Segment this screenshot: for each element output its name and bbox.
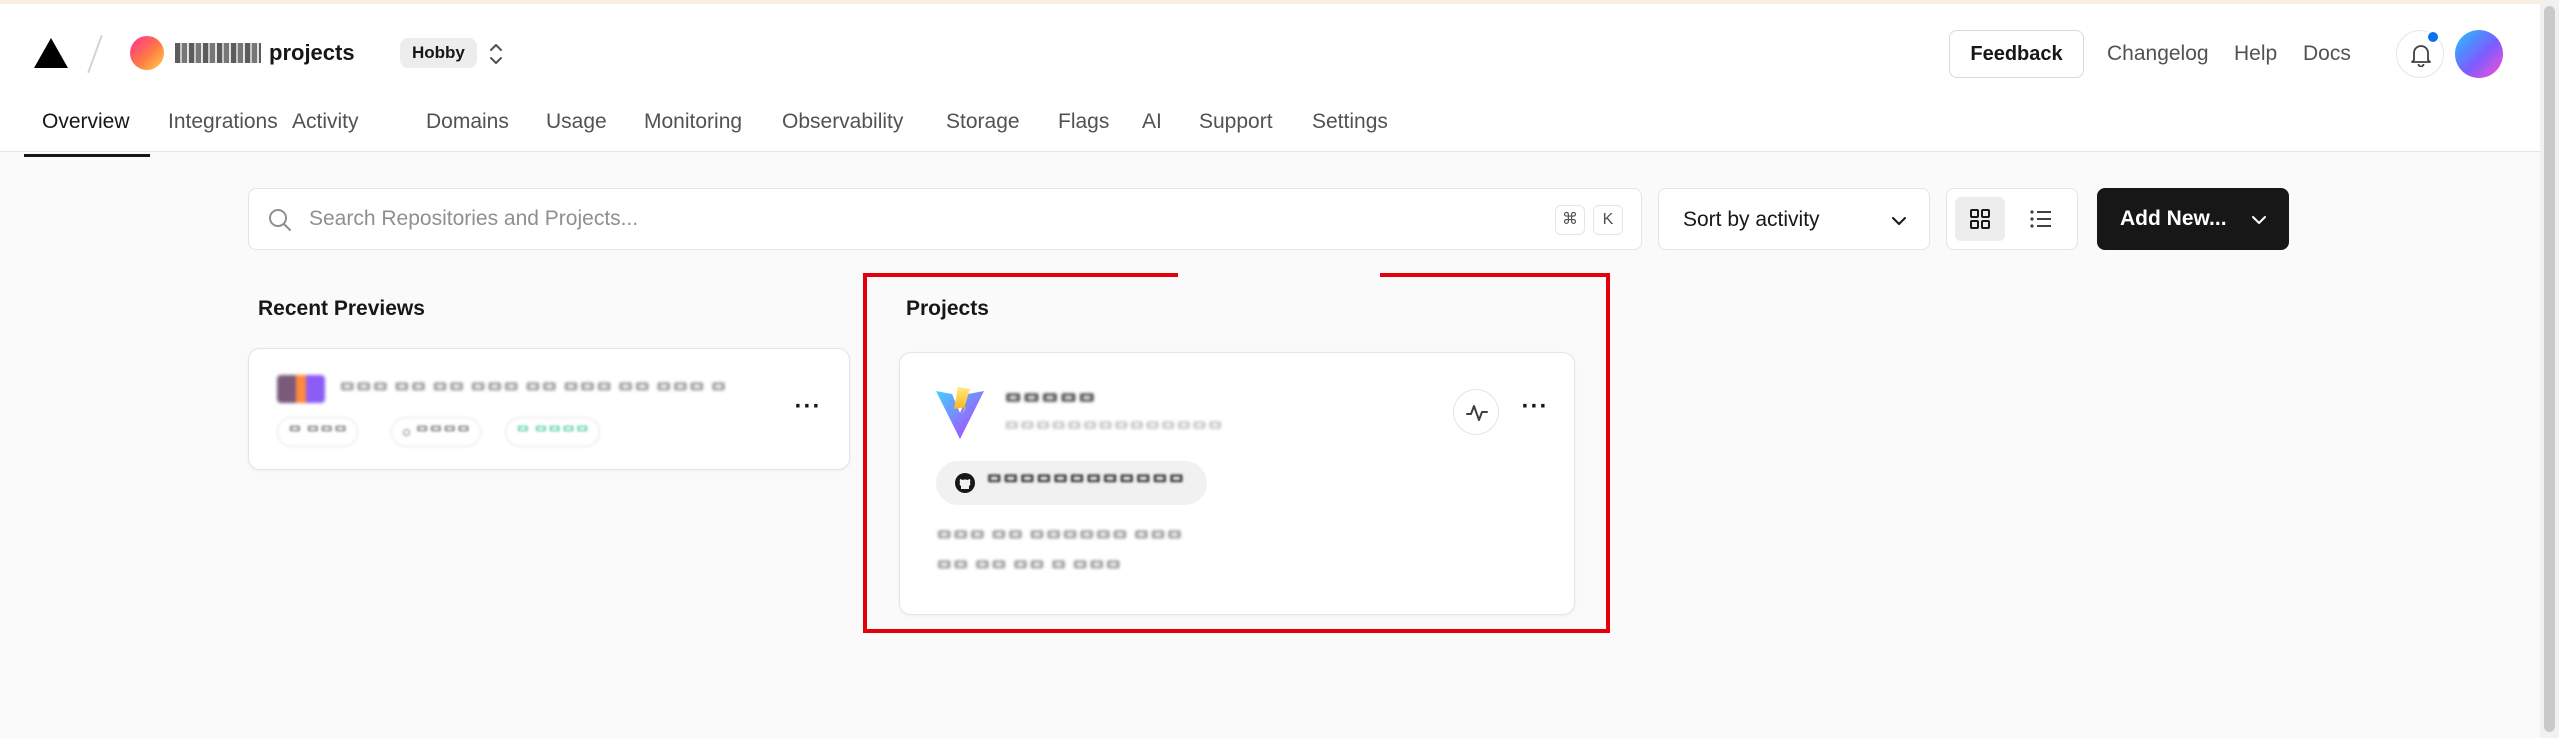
bell-icon — [2411, 45, 2431, 67]
activity-pulse-icon — [1466, 405, 1488, 421]
sort-select[interactable]: Sort by activity — [1658, 188, 1930, 250]
feedback-button[interactable]: Feedback — [1949, 30, 2084, 78]
search-box[interactable]: ⌘ K — [248, 188, 1642, 250]
tab-flags[interactable]: Flags — [1040, 100, 1127, 156]
add-new-label: Add New... — [2120, 207, 2227, 230]
changelog-link[interactable]: Changelog — [2107, 42, 2209, 66]
grid-view-button[interactable] — [1955, 197, 2005, 241]
tab-settings[interactable]: Settings — [1294, 100, 1406, 156]
repo-chip[interactable]: ᄆᄆᄆᄆᄆᄆᄆᄆᄆᄆᄆᄆ — [936, 461, 1207, 505]
team-name-label: projects — [269, 40, 355, 65]
tab-monitoring[interactable]: Monitoring — [626, 100, 760, 156]
commit-meta: ᄆᄆ ᄆᄆ ᄆᄆ ᄆ ᄆᄆᄆ — [936, 559, 1122, 579]
kbd-cmd: ⌘ — [1555, 205, 1585, 235]
tab-overview[interactable]: Overview — [24, 100, 150, 157]
tab-domains[interactable]: Domains — [408, 100, 527, 156]
top-header: projects Hobby Feedback Changelog Help D… — [0, 4, 2540, 157]
preview-thumbnail — [277, 375, 325, 403]
project-name[interactable]: ᄆᄆᄆᄆᄆ — [1004, 386, 1096, 415]
breadcrumb-separator — [87, 34, 103, 74]
help-link[interactable]: Help — [2234, 42, 2277, 66]
activity-button[interactable] — [1453, 389, 1499, 435]
list-view-button[interactable] — [2015, 197, 2065, 241]
plan-badge: Hobby — [400, 38, 477, 68]
vertical-scrollbar[interactable] — [2540, 0, 2559, 738]
sort-select-label: Sort by activity — [1683, 208, 1820, 231]
add-new-button[interactable]: Add New... — [2097, 188, 2289, 250]
tab-activity[interactable]: Activity — [274, 100, 377, 156]
projects-title: Projects — [906, 297, 989, 320]
search-icon — [269, 209, 291, 231]
github-icon — [955, 473, 975, 493]
recent-preview-card[interactable]: ᄆᄆᄆ ᄆᄆ ᄆᄆ ᄆᄆᄆ ᄆᄆ ᄆᄆᄆ ᄆᄆ ᄆᄆᄆ ᄆ ᄆ ᄆᄆᄆ ○ ᄆᄆ… — [248, 348, 850, 470]
search-input[interactable] — [309, 189, 1509, 249]
tab-ai[interactable]: AI — [1124, 100, 1180, 156]
more-options-icon[interactable]: ··· — [791, 395, 825, 429]
notification-dot — [2426, 30, 2440, 44]
team-avatar[interactable] — [130, 36, 164, 70]
recent-previews-title: Recent Previews — [258, 297, 425, 320]
kbd-k: K — [1593, 205, 1623, 235]
project-card[interactable]: ᄆᄆᄆᄆᄆ ᄆᄆᄆᄆᄆᄆᄆᄆᄆᄆᄆᄆᄆᄆ ··· ᄆᄆᄆᄆᄆᄆᄆᄆᄆᄆᄆᄆ ᄆᄆ… — [899, 352, 1575, 615]
repo-name: ᄆᄆᄆᄆᄆᄆᄆᄆᄆᄆᄆᄆ — [986, 473, 1185, 493]
tab-storage[interactable]: Storage — [928, 100, 1038, 156]
list-icon — [2030, 210, 2051, 228]
vite-logo-icon — [936, 387, 984, 439]
tab-support[interactable]: Support — [1181, 100, 1291, 156]
commit-chip[interactable]: ᄆ ᄆᄆᄆᄆ — [505, 417, 601, 447]
preview-chip[interactable]: ᄆ ᄆᄆᄆ — [277, 417, 359, 447]
docs-link[interactable]: Docs — [2303, 42, 2351, 66]
highlight-gap — [1178, 270, 1380, 278]
preview-title: ᄆᄆᄆ ᄆᄆ ᄆᄆ ᄆᄆᄆ ᄆᄆ ᄆᄆᄆ ᄆᄆ ᄆᄆᄆ ᄆ — [339, 381, 727, 401]
user-avatar[interactable] — [2455, 30, 2503, 78]
scrollbar-thumb[interactable] — [2544, 6, 2555, 732]
grid-icon — [1970, 209, 1990, 229]
team-switcher-chevrons-icon[interactable] — [486, 40, 506, 68]
project-url[interactable]: ᄆᄆᄆᄆᄆᄆᄆᄆᄆᄆᄆᄆᄆᄆ — [1004, 415, 1223, 440]
source-chip[interactable]: ○ ᄆᄆᄆᄆ — [391, 417, 482, 447]
more-options-icon[interactable]: ··· — [1518, 395, 1552, 429]
team-name[interactable]: projects — [175, 40, 355, 66]
view-toggle — [1946, 188, 2078, 250]
tab-observability[interactable]: Observability — [764, 100, 921, 156]
chevron-down-icon — [1892, 217, 1906, 225]
tab-usage[interactable]: Usage — [528, 100, 625, 156]
redacted-username — [175, 43, 261, 63]
commit-message: ᄆᄆᄆ ᄆᄆ ᄆᄆᄆᄆᄆᄆ ᄆᄆᄆ — [936, 529, 1183, 549]
chevron-down-icon — [2252, 216, 2266, 224]
vercel-logo-icon[interactable] — [34, 38, 68, 68]
